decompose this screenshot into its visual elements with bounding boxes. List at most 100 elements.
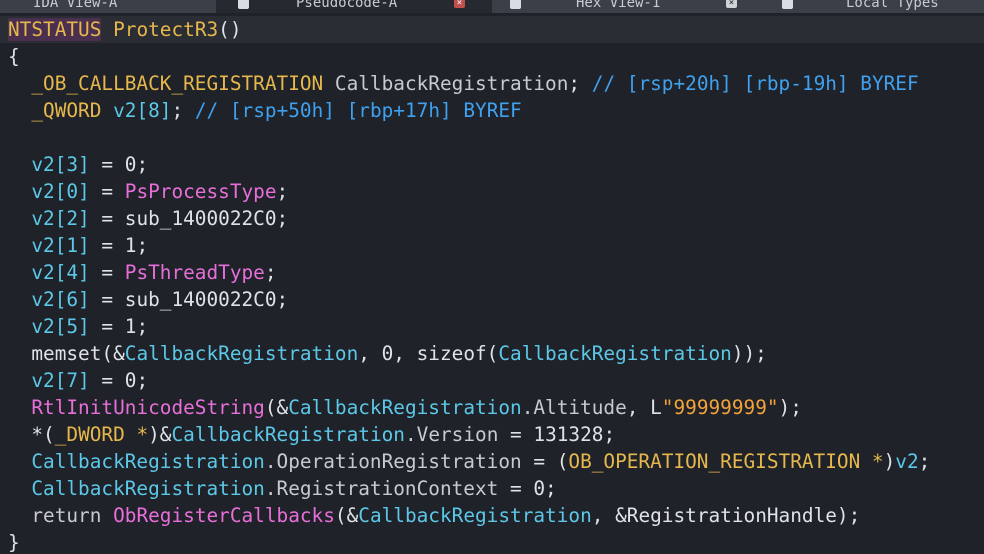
variable-name[interactable]: CallbackRegistration [335,72,568,95]
argument[interactable]: CallbackRegistration [171,423,404,446]
code-line-assign[interactable]: v2[1] = 1; [8,232,148,259]
pseudocode-editor[interactable]: NTSTATUS ProtectR3() { _OB_CALLBACK_REGI… [0,13,984,554]
code-line-close-brace[interactable]: } [8,529,20,554]
tab-local-types[interactable]: Local Types [760,0,984,13]
code-line-operation-registration[interactable]: CallbackRegistration.OperationRegistrati… [8,448,930,475]
type-name[interactable]: _OB_CALLBACK_REGISTRATION [31,72,323,95]
keyword: return [31,504,114,527]
code-line-assign[interactable]: v2[4] = PsThreadType; [8,259,277,286]
punct: = ( [521,450,569,473]
punct: ); [778,396,802,419]
argument[interactable]: CallbackRegistration [125,342,358,365]
semicolon: ; [264,261,277,284]
tab-label: IDA View-A [33,0,118,11]
code-line-signature[interactable]: NTSTATUS ProtectR3() [0,16,984,43]
tab-bar: IDA View-A Pseudocode-A × Hex View-1 × L… [0,0,984,13]
function-call[interactable]: RtlInitUnicodeString [31,396,264,419]
code-line-assign[interactable]: v2[2] = sub_1400022C0; [8,205,288,232]
field[interactable]: .RegistrationContext [265,477,498,500]
lhs[interactable]: v2[6] [31,288,89,311]
code-line-assign[interactable]: v2[6] = sub_1400022C0; [8,286,288,313]
code-line-assign[interactable]: v2[3] = 0; [8,151,148,178]
punct: (& [101,342,125,365]
punct: , L [626,396,662,419]
cast-type[interactable]: _DWORD * [55,423,148,446]
variable[interactable]: v2 [895,450,918,473]
punct: , 0, sizeof( [358,342,499,365]
type-name[interactable]: _QWORD [31,99,101,122]
code-line-decl-v2[interactable]: _QWORD v2[8]; // [rsp+50h] [rbp+17h] BYR… [8,97,521,124]
close-icon[interactable]: × [726,0,737,8]
punct: ); [836,504,861,527]
operator: = [89,180,125,203]
argument[interactable]: CallbackRegistration [31,450,264,473]
semicolon: ; [276,207,289,230]
field[interactable]: .OperationRegistration [265,450,522,473]
code-line-registration-context[interactable]: CallbackRegistration.RegistrationContext… [8,475,557,502]
code-line-assign[interactable]: v2[5] = 1; [8,313,148,340]
code-line-rtlinit[interactable]: RtlInitUnicodeString(&CallbackRegistrati… [8,394,802,421]
pseudocode-icon [238,0,249,9]
argument[interactable]: CallbackRegistration [31,477,264,500]
rhs[interactable]: sub_1400022C0 [125,288,277,311]
return-type[interactable]: NTSTATUS [8,18,102,41]
punct: ; [918,450,931,473]
code-line-assign[interactable]: v2[7] = 0; [8,367,148,394]
function-call[interactable]: ObRegisterCallbacks [113,504,335,527]
semicolon: ; [276,288,289,311]
punct: = 0; [498,477,557,500]
punct: (& [264,396,289,419]
field[interactable]: .Altitude [522,396,627,419]
punct: *( [31,423,55,446]
rhs: 1 [124,234,137,257]
cast-type[interactable]: OB_OPERATION_REGISTRATION * [568,450,883,473]
close-icon[interactable]: × [454,0,465,8]
operator: = [89,315,125,338]
rhs: 1 [124,315,137,338]
hex-view-icon [510,0,521,9]
lhs[interactable]: v2[0] [31,180,89,203]
semicolon: ; [276,180,289,203]
lhs[interactable]: v2[7] [31,369,89,392]
punct: (& [334,504,359,527]
rhs[interactable]: sub_1400022C0 [125,207,277,230]
tab-ida-view-a[interactable]: IDA View-A [0,0,210,13]
field[interactable]: .Version [405,423,498,446]
semicolon: ; [136,153,149,176]
code-line-assign[interactable]: v2[0] = PsProcessType; [8,178,288,205]
lhs[interactable]: v2[1] [31,234,89,257]
code-line-memset[interactable]: memset(&CallbackRegistration, 0, sizeof(… [8,340,767,367]
local-types-icon [782,0,793,9]
code-line-decl-callback[interactable]: _OB_CALLBACK_REGISTRATION CallbackRegist… [8,70,919,97]
brace: } [8,531,20,554]
operator: = [89,261,125,284]
semicolon: ; [171,99,184,122]
operator: = [89,153,125,176]
operator: = [89,369,125,392]
rhs[interactable]: PsThreadType [125,261,265,284]
string-literal[interactable]: "99999999" [662,396,779,419]
rhs[interactable]: PsProcessType [125,180,277,203]
argument[interactable]: CallbackRegistration [498,342,731,365]
code-line-version[interactable]: *(_DWORD *)&CallbackRegistration.Version… [8,421,615,448]
punct: , & [591,504,627,527]
rhs: 0 [124,153,137,176]
tab-hex-view-1[interactable]: Hex View-1 × [496,0,752,13]
tab-label: Pseudocode-A [296,0,398,11]
code-line-return[interactable]: return ObRegisterCallbacks(&CallbackRegi… [8,502,860,529]
lhs[interactable]: v2[4] [31,261,89,284]
comment: // [rsp+20h] [rbp-19h] BYREF [591,72,919,95]
punct: ) [883,450,896,473]
argument[interactable]: CallbackRegistration [288,396,521,419]
semicolon: ; [136,315,149,338]
code-line-open-brace[interactable]: { [8,43,20,70]
lhs[interactable]: v2[3] [31,153,89,176]
lhs[interactable]: v2[2] [31,207,89,230]
argument[interactable]: CallbackRegistration [358,504,591,527]
lhs[interactable]: v2[5] [31,315,89,338]
function-name[interactable]: ProtectR3 [113,18,218,41]
variable-name[interactable]: v2[8] [113,99,171,122]
function-call[interactable]: memset [31,342,101,365]
tab-pseudocode-a[interactable]: Pseudocode-A × [216,0,492,13]
argument[interactable]: RegistrationHandle [627,504,837,527]
